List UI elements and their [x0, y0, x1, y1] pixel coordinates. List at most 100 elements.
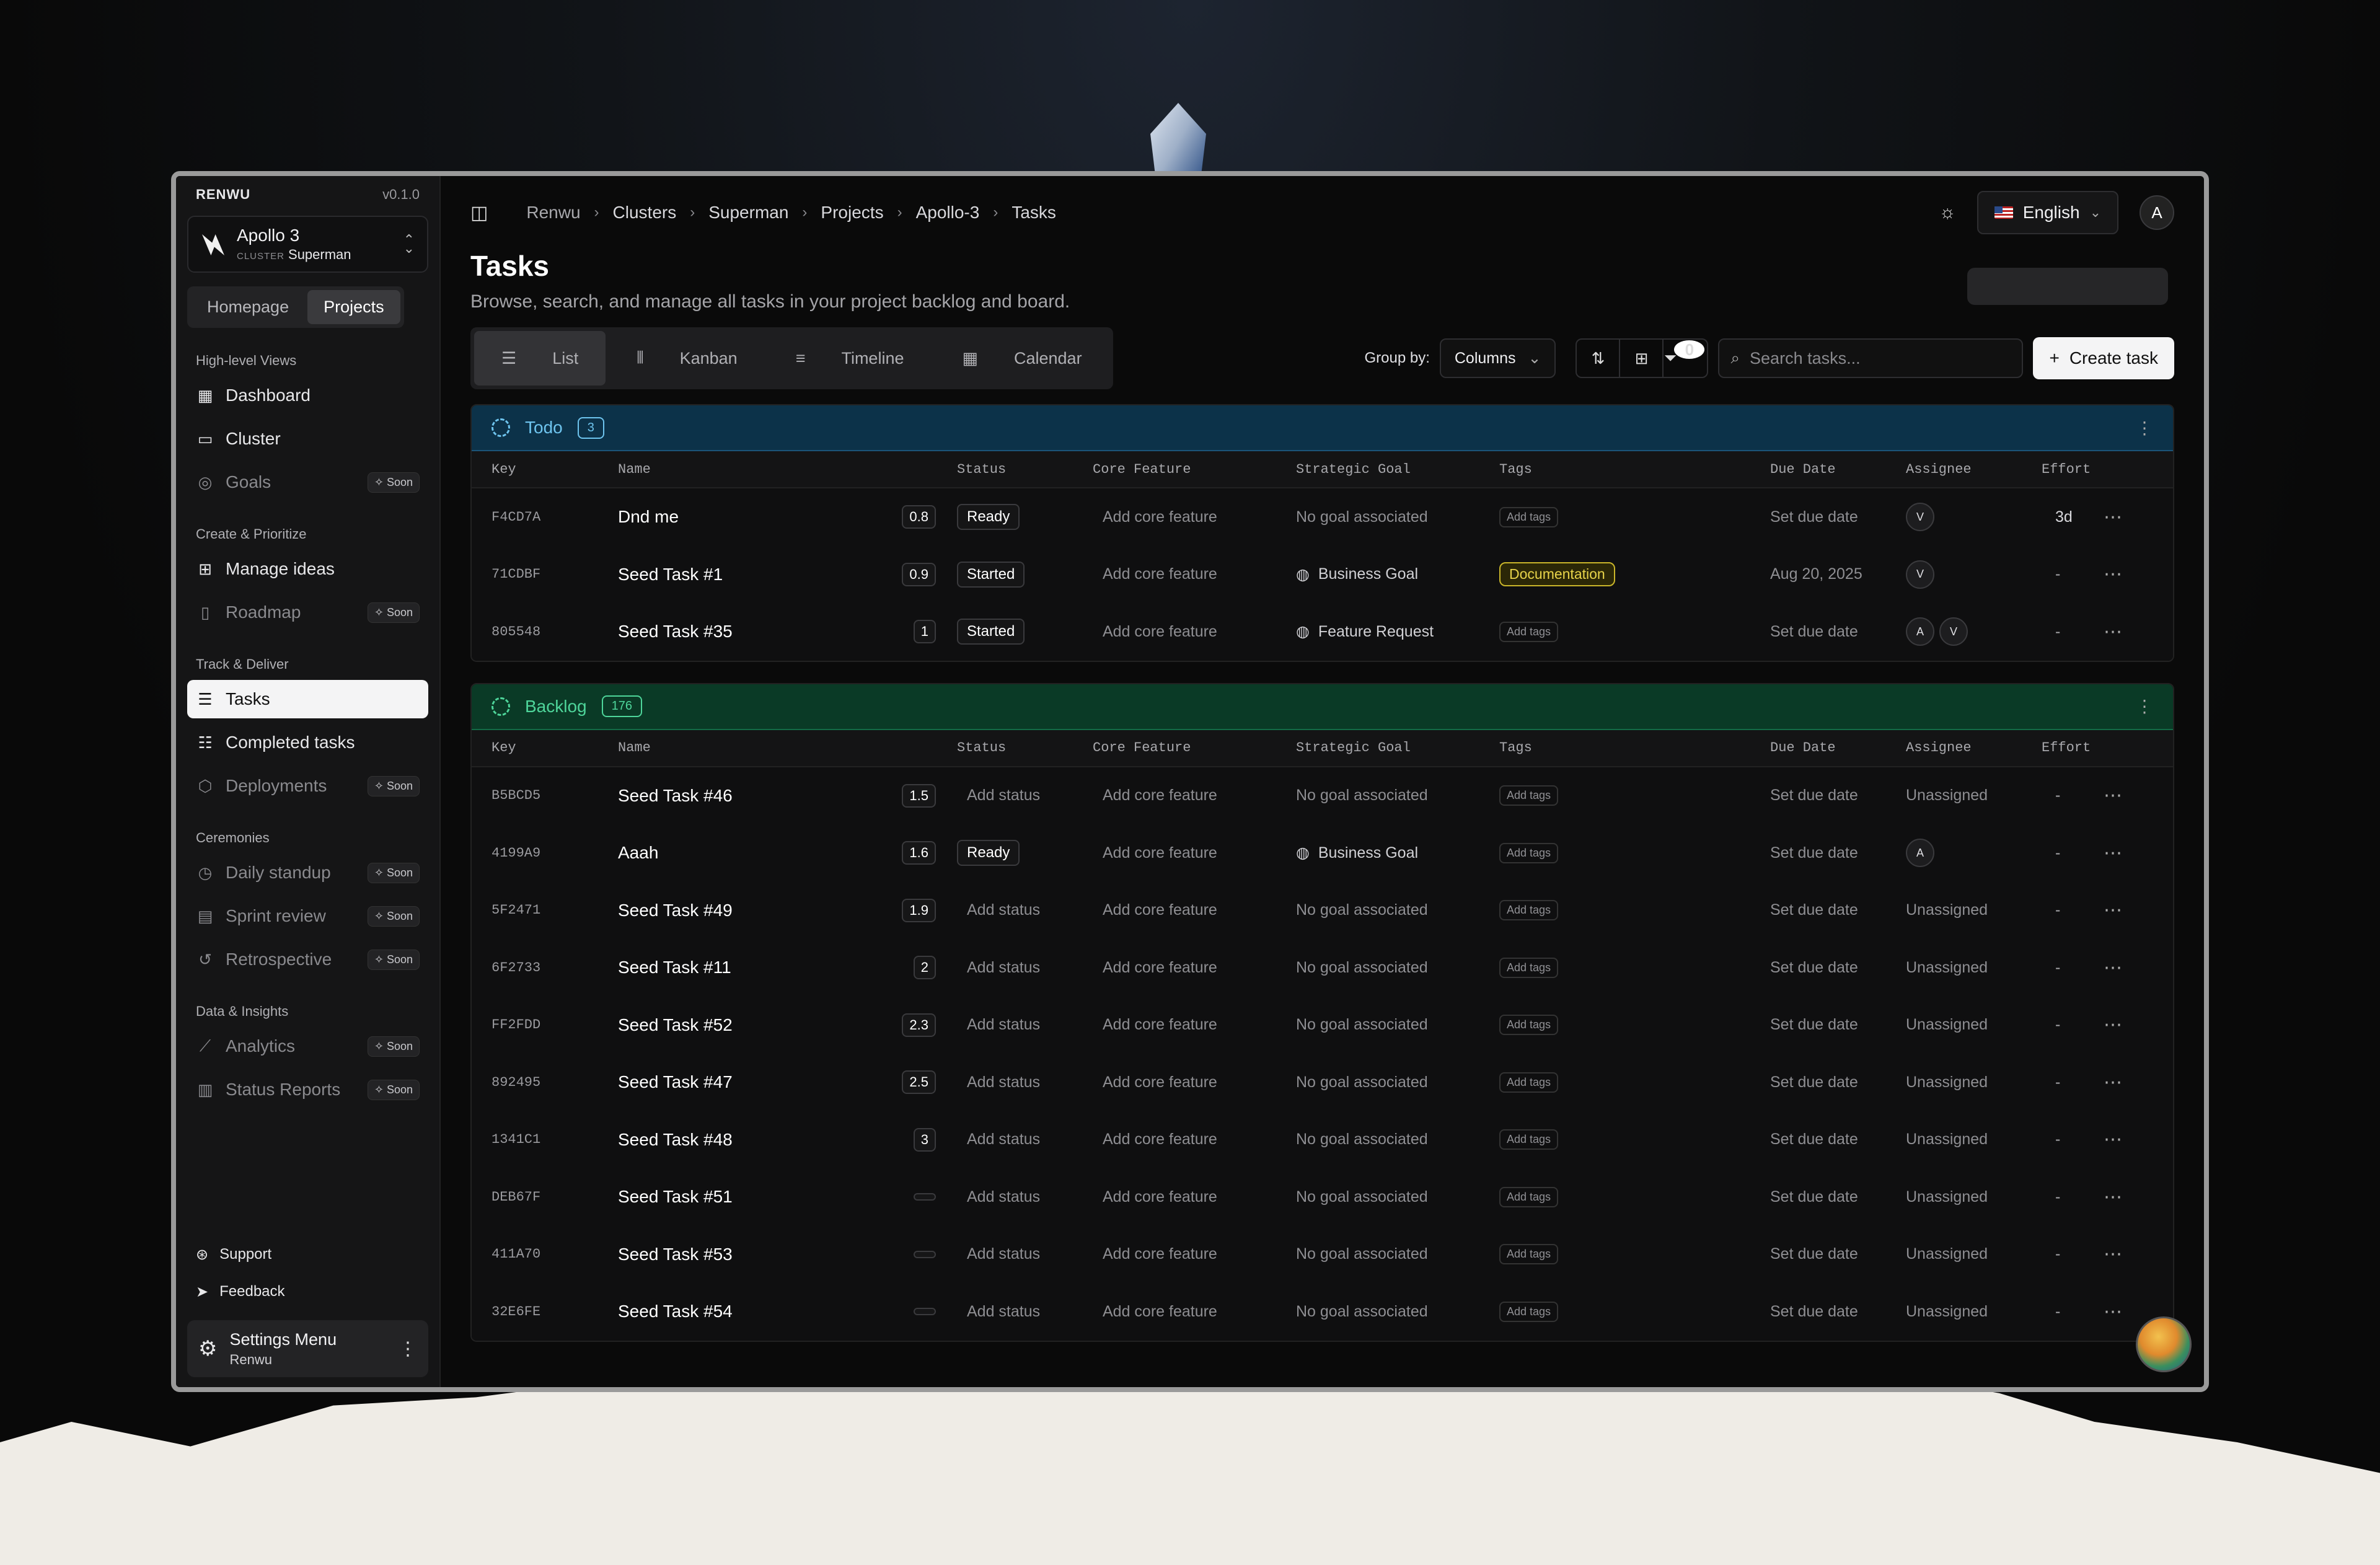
strategic-goal-cell[interactable]: ◍No goal associated — [1296, 1073, 1499, 1091]
task-name-cell[interactable]: Aaah 1.6 — [618, 841, 957, 865]
column-header[interactable]: Key — [491, 462, 618, 477]
task-name-cell[interactable]: Dnd me 0.8 — [618, 505, 957, 529]
status-cell[interactable]: Started — [957, 619, 1093, 645]
core-feature-cell[interactable]: Add core feature — [1093, 1016, 1296, 1034]
column-header[interactable]: Assignee — [1906, 462, 2042, 477]
sun-icon[interactable]: ☼ — [1939, 202, 1956, 223]
task-name-cell[interactable]: Seed Task #35 1 — [618, 620, 957, 644]
tags-cell[interactable]: Add tags — [1499, 506, 1770, 527]
due-date-cell[interactable]: Set due date — [1770, 1016, 1906, 1034]
sidebar-item-tasks[interactable]: ☰ Tasks — [187, 680, 428, 718]
strategic-goal-cell[interactable]: ◍ Feature Request — [1296, 622, 1499, 641]
breadcrumb-item[interactable]: Renwu — [526, 203, 580, 223]
filter-icon[interactable]: ⏷ 0 — [1664, 340, 1707, 377]
sidebar-item-sprint-review[interactable]: ▤ Sprint review ✧ Soon — [187, 897, 428, 935]
tags-cell[interactable]: Add tags — [1499, 900, 1770, 921]
due-date-cell[interactable]: Set due date — [1770, 508, 1906, 526]
due-date-cell[interactable]: Set due date — [1770, 1131, 1906, 1148]
task-name-cell[interactable]: Seed Task #54 — [618, 1302, 957, 1321]
task-name-cell[interactable]: Seed Task #53 — [618, 1245, 957, 1264]
assignee-cell[interactable]: Unassigned — [1906, 1303, 2042, 1321]
task-name-cell[interactable]: Seed Task #48 3 — [618, 1127, 957, 1152]
table-row[interactable]: 411A70 Seed Task #53 Add status Add core… — [472, 1225, 2173, 1283]
tag[interactable]: Add tags — [1499, 900, 1559, 921]
kebab-menu-icon[interactable]: ⋮ — [399, 1338, 417, 1360]
row-actions-icon[interactable]: ⋯ — [2104, 621, 2153, 643]
effort-cell[interactable]: - — [2042, 959, 2104, 977]
help-widget-avatar[interactable] — [2136, 1316, 2192, 1372]
assignee-avatar[interactable]: V — [1906, 560, 1934, 589]
effort-cell[interactable]: - — [2042, 565, 2104, 583]
column-header[interactable]: Strategic Goal — [1296, 740, 1499, 756]
sidebar-item-manage-ideas[interactable]: ⊞ Manage ideas — [187, 550, 428, 588]
status-cell[interactable]: Add status — [957, 1188, 1093, 1206]
table-row[interactable]: FF2FDD Seed Task #52 2.3 Add status Add … — [472, 996, 2173, 1054]
breadcrumb-item[interactable]: Apollo-3 — [916, 203, 980, 223]
sidebar-item-completed-tasks[interactable]: ☷ Completed tasks — [187, 723, 428, 762]
tag[interactable]: Add tags — [1499, 842, 1559, 863]
sort-icon[interactable]: ⇅ — [1577, 340, 1621, 377]
breadcrumb-item[interactable]: Superman — [708, 203, 788, 223]
task-name-cell[interactable]: Seed Task #1 0.9 — [618, 562, 957, 586]
effort-cell[interactable]: - — [2042, 901, 2104, 919]
row-actions-icon[interactable]: ⋯ — [2104, 842, 2153, 864]
tag[interactable]: Add tags — [1499, 1072, 1559, 1093]
status-cell[interactable]: Started — [957, 561, 1093, 588]
sidebar-item-deployments[interactable]: ⬡ Deployments ✧ Soon — [187, 767, 428, 805]
breadcrumb-item[interactable]: Clusters — [613, 203, 677, 223]
tags-cell[interactable]: Add tags — [1499, 785, 1770, 806]
status-cell[interactable]: Ready — [957, 840, 1093, 866]
status-cell[interactable]: Add status — [957, 1303, 1093, 1321]
sidebar-item-status-reports[interactable]: ▥ Status Reports ✧ Soon — [187, 1070, 428, 1109]
sidebar-item-analytics[interactable]: ⟋ Analytics ✧ Soon — [187, 1027, 428, 1065]
breadcrumb-item[interactable]: Projects — [821, 203, 883, 223]
strategic-goal-cell[interactable]: ◍No goal associated — [1296, 1131, 1499, 1148]
core-feature-cell[interactable]: Add core feature — [1093, 901, 1296, 919]
column-header[interactable]: Core Feature — [1093, 462, 1296, 477]
column-header[interactable]: Name — [618, 740, 957, 756]
strategic-goal-cell[interactable]: ◍No goal associated — [1296, 1016, 1499, 1034]
task-name-cell[interactable]: Seed Task #11 2 — [618, 956, 957, 980]
assignee-avatar[interactable]: A — [1906, 617, 1934, 646]
row-actions-icon[interactable]: ⋯ — [2104, 563, 2153, 585]
column-header[interactable]: Due Date — [1770, 462, 1906, 477]
task-name-cell[interactable]: Seed Task #49 1.9 — [618, 898, 957, 922]
core-feature-cell[interactable]: Add core feature — [1093, 844, 1296, 862]
assignee-cell[interactable]: A — [1906, 839, 2042, 868]
effort-cell[interactable]: - — [2042, 1131, 2104, 1148]
core-feature-cell[interactable]: Add core feature — [1093, 959, 1296, 977]
tags-cell[interactable]: Add tags — [1499, 621, 1770, 642]
table-row[interactable]: F4CD7A Dnd me 0.8 Ready Add core feature… — [472, 488, 2173, 546]
sidebar-item-roadmap[interactable]: ▯ Roadmap ✧ Soon — [187, 593, 428, 632]
due-date-cell[interactable]: Set due date — [1770, 1073, 1906, 1091]
tag[interactable]: Add tags — [1499, 1301, 1559, 1322]
core-feature-cell[interactable]: Add core feature — [1093, 787, 1296, 805]
sidebar-item-goals[interactable]: ◎ Goals ✧ Soon — [187, 463, 428, 501]
status-cell[interactable]: Add status — [957, 959, 1093, 977]
assignee-avatar[interactable]: A — [1906, 839, 1934, 868]
column-header[interactable]: Status — [957, 462, 1093, 477]
effort-cell[interactable]: - — [2042, 623, 2104, 641]
sidebar-item-dashboard[interactable]: ▦ Dashboard — [187, 376, 428, 415]
status-cell[interactable]: Add status — [957, 901, 1093, 919]
strategic-goal-cell[interactable]: ◍No goal associated — [1296, 1245, 1499, 1263]
tags-cell[interactable]: Add tags — [1499, 1129, 1770, 1150]
effort-cell[interactable]: 3d — [2042, 508, 2104, 526]
row-actions-icon[interactable]: ⋯ — [2104, 785, 2153, 806]
core-feature-cell[interactable]: Add core feature — [1093, 1303, 1296, 1321]
row-actions-icon[interactable]: ⋯ — [2104, 1129, 2153, 1150]
table-row[interactable]: 892495 Seed Task #47 2.5 Add status Add … — [472, 1054, 2173, 1111]
strategic-goal-cell[interactable]: ◍No goal associated — [1296, 959, 1499, 977]
table-row[interactable]: 5F2471 Seed Task #49 1.9 Add status Add … — [472, 881, 2173, 939]
row-actions-icon[interactable]: ⋯ — [2104, 1186, 2153, 1208]
effort-cell[interactable]: - — [2042, 787, 2104, 805]
assignee-cell[interactable]: AV — [1906, 617, 2042, 646]
strategic-goal-cell[interactable]: ◍ Business Goal — [1296, 565, 1499, 584]
core-feature-cell[interactable]: Add core feature — [1093, 1188, 1296, 1206]
assignee-cell[interactable]: Unassigned — [1906, 959, 2042, 977]
language-select[interactable]: English ⌄ — [1977, 191, 2118, 234]
task-name-cell[interactable]: Seed Task #52 2.3 — [618, 1013, 957, 1037]
strategic-goal-cell[interactable]: ◍ Business Goal — [1296, 844, 1499, 862]
strategic-goal-cell[interactable]: ◍No goal associated — [1296, 1188, 1499, 1206]
kebab-menu-icon[interactable]: ⋮ — [2136, 696, 2153, 716]
